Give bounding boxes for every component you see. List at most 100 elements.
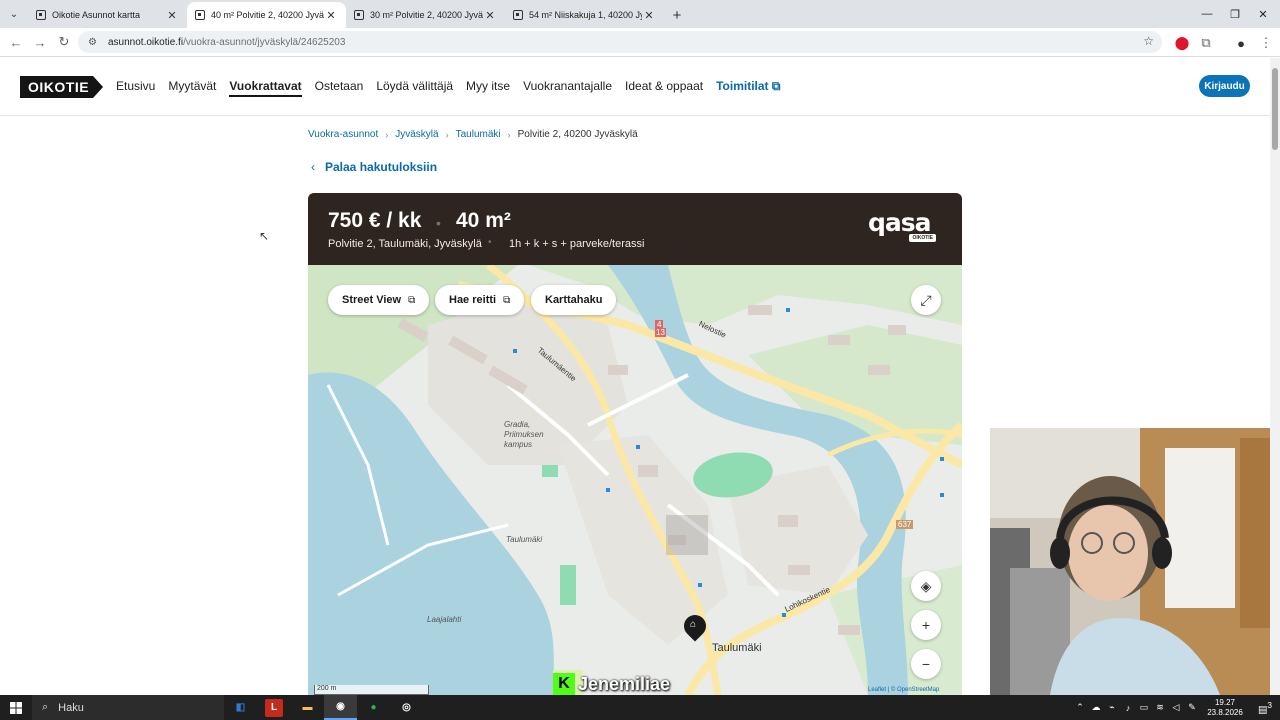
login-button[interactable]: Kirjaudu <box>1199 75 1250 97</box>
search-label: Haku <box>58 701 84 714</box>
network-icon[interactable]: ⌁ <box>1104 702 1120 713</box>
nav-etusivu[interactable]: Etusivu <box>116 79 155 97</box>
microphone-icon[interactable]: ♪ <box>1120 703 1136 713</box>
kick-logo-icon: K <box>553 673 575 695</box>
nav-vuokrattavat[interactable]: Vuokrattavat <box>229 79 302 97</box>
nav-myytavat[interactable]: Myytävät <box>168 79 216 97</box>
home-icon: ⌂ <box>690 619 697 630</box>
mouse-cursor-icon: ↖ <box>259 229 270 243</box>
browser-tab-active[interactable]: 40 m² Polvitie 2, 40200 Jyväskylä ✕ <box>187 2 346 28</box>
file-explorer-icon[interactable]: ▬ <box>291 695 324 720</box>
wifi-icon[interactable]: ≋ <box>1152 702 1168 713</box>
fullscreen-icon[interactable]: ⤢ <box>911 285 941 315</box>
nav-loyda-valittaja[interactable]: Löydä välittäjä <box>376 79 453 97</box>
lastpass-icon[interactable]: L <box>265 698 283 717</box>
zoom-out-button[interactable]: − <box>911 649 941 679</box>
oikotie-logo[interactable]: OIKOTIE <box>20 76 103 98</box>
site-info-icon[interactable]: ⚙ <box>88 37 102 48</box>
webcam-feed <box>990 428 1280 695</box>
listing-price: 750 € / kk <box>328 209 422 232</box>
qasa-logo: qasa OIKOTIE <box>868 210 938 244</box>
browser-tab-strip: ⌄ Oikotie Asunnot kartta ✕ 40 m² Polviti… <box>0 0 1280 28</box>
bookmark-star-icon[interactable]: ☆ <box>1143 34 1154 48</box>
obs-icon[interactable]: ◎ <box>390 695 423 720</box>
address-bar[interactable]: ⚙ asunnot.oikotie.fi/vuokra-asunnot/jyvä… <box>78 31 1162 53</box>
close-tab-icon[interactable]: ✕ <box>642 9 656 22</box>
display-icon[interactable]: ▭ <box>1136 702 1152 713</box>
new-tab-icon[interactable]: + <box>664 2 690 28</box>
taskbar-search[interactable]: ⌕ Haku <box>32 695 224 720</box>
route-button[interactable]: Hae reitti ⧉ <box>435 285 525 315</box>
nav-vuokranantajalle[interactable]: Vuokranantajalle <box>523 79 612 97</box>
back-to-results-link[interactable]: ‹ Palaa hakutuloksiin <box>311 160 437 174</box>
breadcrumb-item[interactable]: Taulumäki <box>456 129 501 140</box>
browser-tab[interactable]: 54 m² Niiskakuja 1, 40200 Jyväskylä ✕ <box>505 2 664 28</box>
extensions-puzzle-icon[interactable]: ⧉ <box>1194 31 1218 55</box>
map-scale: 200 m <box>314 685 429 695</box>
back-label: Palaa hakutuloksiin <box>325 160 438 174</box>
close-window-icon[interactable]: ✕ <box>1246 0 1280 28</box>
scrollbar-thumb[interactable] <box>1272 68 1278 150</box>
forward-arrow-icon[interactable]: → <box>28 30 52 54</box>
outlook-icon[interactable]: ◧ <box>224 695 257 720</box>
oikotie-favicon-icon <box>195 10 205 20</box>
page-scrollbar[interactable] <box>1270 58 1280 695</box>
cloud-icon[interactable]: ☁ <box>1088 702 1104 713</box>
external-link-icon: ⧉ <box>771 79 781 93</box>
reload-icon[interactable]: ↻ <box>52 30 76 54</box>
chevron-left-icon: ‹ <box>311 160 315 174</box>
search-icon: ⌕ <box>42 701 49 713</box>
pen-icon[interactable]: ✎ <box>1184 702 1200 713</box>
windows-start-icon[interactable] <box>0 695 32 720</box>
nav-myy-itse[interactable]: Myy itse <box>466 79 510 97</box>
browser-tab[interactable]: 30 m² Polvitie 2, 40200 Jyväskylä ✕ <box>346 2 505 28</box>
clock-time: 19.27 <box>1214 697 1236 707</box>
listing-address: Polvitie 2, Taulumäki, Jyväskylä <box>328 238 482 250</box>
browser-tab[interactable]: Oikotie Asunnot kartta ✕ <box>28 2 187 28</box>
map-label-taulumaki: Taulumäki <box>712 642 762 654</box>
listing-rooms: 1h + k + s + parveke/terassi <box>509 238 645 250</box>
notifications-icon[interactable]: ▤3 <box>1250 700 1280 715</box>
map-layers-icon[interactable]: ◈ <box>911 571 941 601</box>
map-highlight-area <box>666 515 708 555</box>
profile-avatar-icon[interactable]: ● <box>1229 31 1253 55</box>
map-tiles <box>308 265 962 695</box>
tab-title: 40 m² Polvitie 2, 40200 Jyväskylä <box>211 10 324 20</box>
breadcrumb-item[interactable]: Jyväskylä <box>395 129 438 140</box>
browser-toolbar: ← → ↻ ⚙ asunnot.oikotie.fi/vuokra-asunno… <box>0 28 1280 57</box>
oikotie-favicon-icon <box>36 10 46 20</box>
streamer-name: Jenemiliae <box>578 673 671 694</box>
tab-search-chevron-icon[interactable]: ⌄ <box>0 0 28 28</box>
browser-menu-icon[interactable]: ⋮ <box>1254 31 1278 55</box>
close-tab-icon[interactable]: ✕ <box>483 9 497 22</box>
chevron-right-icon: › <box>507 129 511 140</box>
external-link-icon: ⧉ <box>503 294 511 306</box>
close-tab-icon[interactable]: ✕ <box>324 9 338 22</box>
road-number-637: 637 <box>896 520 914 529</box>
clock-date: 23.8.2026 <box>1207 707 1243 717</box>
breadcrumb-item[interactable]: Vuokra-asunnot <box>308 129 378 140</box>
opera-extension-icon[interactable]: ⬤ <box>1170 31 1194 55</box>
road-number-13: 13 <box>655 328 666 337</box>
chrome-icon[interactable]: ◉ <box>324 695 357 720</box>
zoom-in-button[interactable]: + <box>911 610 941 640</box>
chevron-up-icon[interactable]: ⌃ <box>1072 702 1088 713</box>
taskbar-clock[interactable]: 19.27 23.8.2026 <box>1200 698 1250 718</box>
street-view-button[interactable]: Street View ⧉ <box>328 285 430 315</box>
chevron-right-icon: › <box>445 129 449 140</box>
nav-ostetaan[interactable]: Ostetaan <box>315 79 364 97</box>
spotify-icon[interactable]: ● <box>357 695 390 720</box>
notification-count: 3 <box>1267 699 1273 710</box>
taskbar: ⌕ Haku ◧ L ▬ ◉ ● ◎ ⌃ ☁ ⌁ ♪ ▭ ≋ ◁ ✎ 19.27… <box>0 695 1280 720</box>
listing-area: 40 m² <box>456 209 511 232</box>
close-tab-icon[interactable]: ✕ <box>165 9 179 22</box>
nav-ideat-oppaat[interactable]: Ideat & oppaat <box>625 79 703 97</box>
listing-map[interactable]: Street View ⧉ Hae reitti ⧉ Karttahaku ⤢ ◈ … <box>308 265 962 695</box>
nav-toimitilat[interactable]: Toimitilat ⧉ <box>716 79 780 97</box>
map-attribution[interactable]: Leaflet | © OpenStreetMap <box>868 687 939 693</box>
back-arrow-icon[interactable]: ← <box>4 30 28 54</box>
property-location-pin[interactable]: ⌂ <box>679 610 711 642</box>
streamer-name-overlay: K Jenemiliae <box>553 673 670 695</box>
map-search-button[interactable]: Karttahaku <box>531 285 617 315</box>
volume-icon[interactable]: ◁ <box>1168 702 1184 713</box>
